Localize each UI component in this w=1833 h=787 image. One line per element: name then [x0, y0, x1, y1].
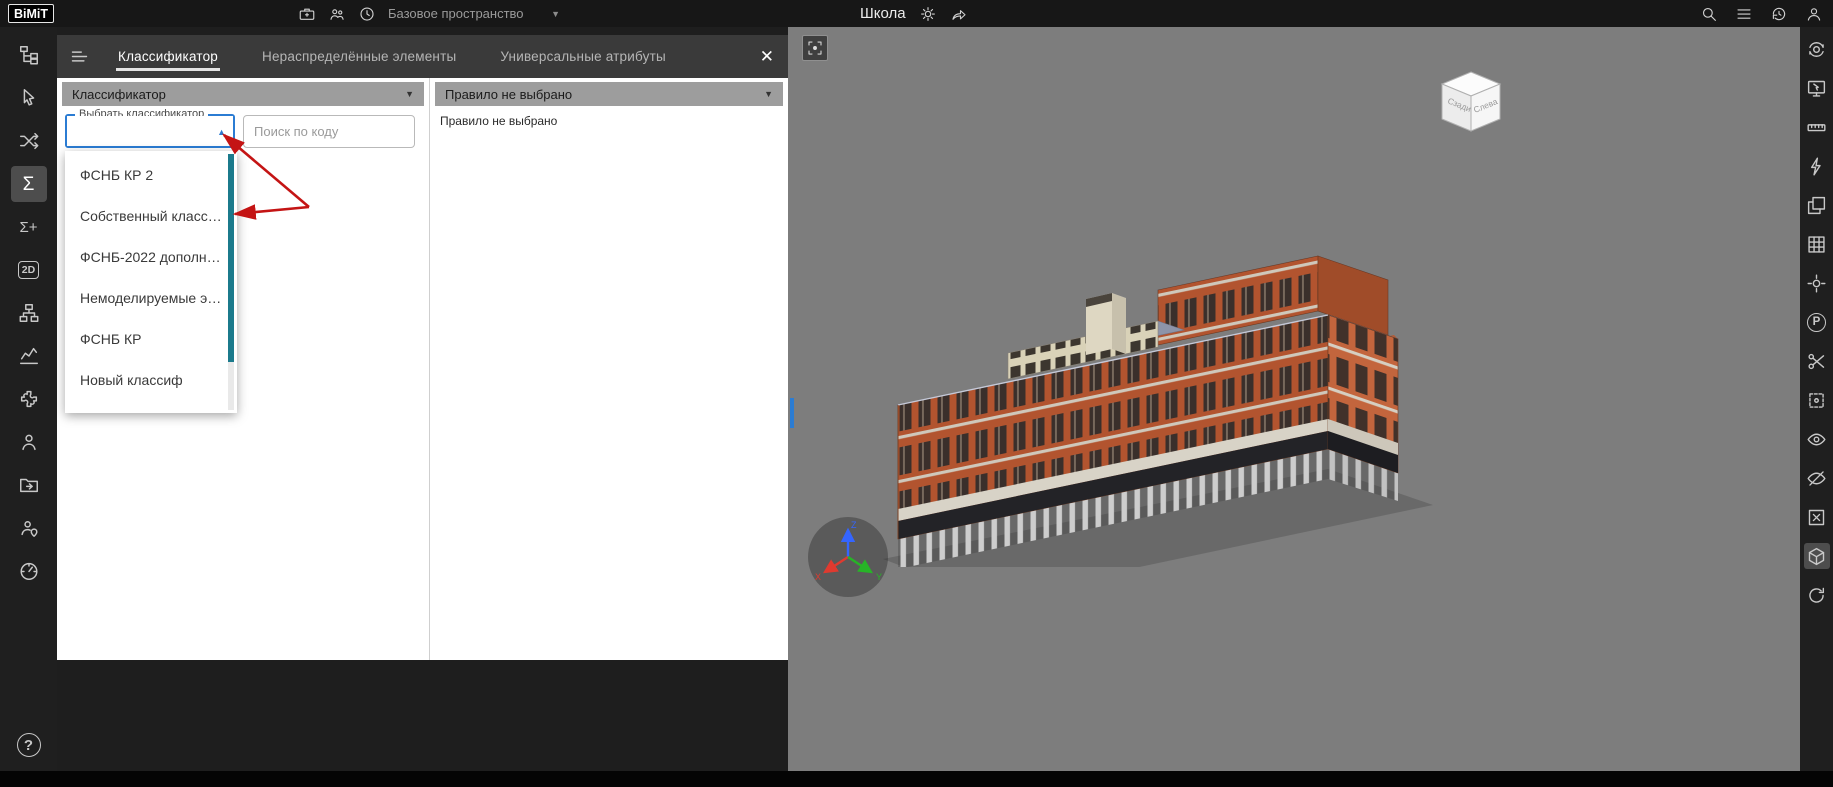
- sigma-glyph: Σ: [22, 173, 35, 195]
- workspace-selector[interactable]: Базовое пространство ▼: [388, 0, 560, 27]
- chevron-down-icon: ▼: [764, 89, 773, 99]
- panel-body: Классификатор ▼ Выбрать классификатор ▲ …: [57, 78, 788, 660]
- code-search-input[interactable]: [243, 115, 415, 148]
- tab-classifier[interactable]: Классификатор: [96, 35, 240, 78]
- section-box-icon[interactable]: [1804, 387, 1830, 413]
- help-icon[interactable]: ?: [16, 733, 41, 757]
- project-title: Школа: [860, 5, 906, 22]
- dropdown-option[interactable]: Собственный класс…: [65, 195, 237, 236]
- gizmo-x-label: X: [815, 572, 821, 582]
- rule-pane: Правило не выбрано ▼ Правило не выбрано: [430, 78, 788, 660]
- panel-menu-icon[interactable]: [69, 46, 90, 67]
- tab-unassigned-label: Нераспределённые элементы: [262, 49, 457, 64]
- chevron-down-icon: ▼: [405, 89, 414, 99]
- left-toolbar: Σ Σ+ 2D ?: [0, 27, 57, 771]
- chevron-down-icon: ▼: [551, 8, 560, 19]
- gizmo-z-label: Z: [851, 520, 857, 530]
- plugins-icon[interactable]: [11, 381, 47, 417]
- model-structure-icon[interactable]: [11, 37, 47, 73]
- classifier-select-field[interactable]: Выбрать классификатор ▲: [65, 108, 235, 148]
- graphs-icon[interactable]: [11, 338, 47, 374]
- classifier-dropdown: ФСНБ КР 2 Собственный класс… ФСНБ-2022 д…: [65, 151, 237, 413]
- search-icon[interactable]: [1700, 5, 1718, 23]
- workspace-label: Базовое пространство: [388, 6, 524, 21]
- classifier-header-select[interactable]: Классификатор ▼: [62, 82, 424, 106]
- dropdown-option[interactable]: Немоделируемые э…: [65, 277, 237, 318]
- section-cut-icon[interactable]: [1804, 348, 1830, 374]
- topbar: BiMiT Базовое пространство ▼ Школа: [0, 0, 1833, 27]
- panel-scrollbar-thumb[interactable]: [790, 398, 794, 428]
- clash-detection-icon[interactable]: [11, 123, 47, 159]
- rule-header-label: Правило не выбрано: [445, 86, 573, 102]
- tab-classifier-label: Классификатор: [118, 49, 219, 64]
- layers-icon[interactable]: [1804, 192, 1830, 218]
- chevron-up-icon: ▲: [217, 127, 226, 137]
- viewport-3d[interactable]: Сзади Слева Z X Y: [788, 27, 1800, 771]
- dropdown-option[interactable]: ФСНБ КР: [65, 318, 237, 359]
- classifier-pane: Классификатор ▼ Выбрать классификатор ▲ …: [57, 78, 430, 660]
- view-cube[interactable]: Сзади Слева: [1436, 67, 1508, 139]
- user-location-icon[interactable]: [11, 510, 47, 546]
- parking-icon[interactable]: P: [1804, 309, 1830, 335]
- project-case-icon[interactable]: [298, 5, 316, 23]
- topbar-right-tools: [1700, 0, 1823, 27]
- locate-target-icon[interactable]: [1804, 270, 1830, 296]
- clear-selection-icon[interactable]: [1804, 504, 1830, 530]
- panel-tabbar: Классификатор Нераспределённые элементы …: [57, 35, 788, 78]
- rule-header-select[interactable]: Правило не выбрано ▼: [435, 82, 783, 106]
- classifier-sigma-plus-icon[interactable]: Σ+: [11, 209, 47, 245]
- 2d-glyph: 2D: [17, 261, 40, 279]
- team-icon[interactable]: [328, 5, 346, 23]
- show-eye-icon[interactable]: [1804, 426, 1830, 452]
- help-glyph: ?: [23, 736, 34, 754]
- tab-universal-attributes[interactable]: Универсальные атрибуты: [478, 35, 688, 78]
- ruler-icon[interactable]: [1804, 114, 1830, 140]
- topbar-project-tools: [298, 0, 376, 27]
- orbit-icon[interactable]: [1804, 36, 1830, 62]
- app-logo[interactable]: BiMiT: [8, 4, 55, 23]
- close-panel-icon[interactable]: ✕: [760, 47, 774, 67]
- classifier-header-label: Классификатор: [72, 86, 166, 102]
- app-logo-text: BiMiT: [14, 6, 49, 21]
- dropdown-option[interactable]: ФСНБ-2022 дополн…: [65, 236, 237, 277]
- menu-list-icon[interactable]: [1735, 5, 1753, 23]
- classifier-sigma-icon[interactable]: Σ: [10, 166, 47, 202]
- share-icon[interactable]: [950, 5, 968, 23]
- grid-table-icon[interactable]: [1804, 231, 1830, 257]
- classifier-panel: Классификатор Нераспределённые элементы …: [57, 27, 788, 771]
- dashboard-gauge-icon[interactable]: [11, 553, 47, 589]
- classifier-select-input[interactable]: [67, 116, 233, 146]
- flash-icon[interactable]: [1804, 153, 1830, 179]
- screen-share-icon[interactable]: [1804, 75, 1830, 101]
- focus-selection-icon[interactable]: [802, 35, 828, 61]
- project-title-group: Школа: [860, 0, 968, 27]
- drawings-2d-icon[interactable]: 2D: [11, 252, 47, 288]
- dropdown-option[interactable]: Новый классиф: [65, 359, 237, 400]
- tab-universal-label: Универсальные атрибуты: [500, 49, 666, 64]
- tab-unassigned-elements[interactable]: Нераспределённые элементы: [240, 35, 478, 78]
- cube-view-icon[interactable]: [1803, 543, 1830, 569]
- rule-empty-text: Правило не выбрано: [440, 114, 558, 128]
- hide-eye-off-icon[interactable]: [1804, 465, 1830, 491]
- parking-glyph: P: [1812, 316, 1821, 328]
- shared-projects-icon[interactable]: [11, 467, 47, 503]
- dropdown-scrollbar-thumb[interactable]: [228, 154, 234, 362]
- building-model: [883, 255, 1433, 567]
- hierarchy-icon[interactable]: [11, 295, 47, 331]
- bottom-status-bar: [0, 771, 1833, 787]
- select-cursor-icon[interactable]: [11, 80, 47, 116]
- sigma-plus-glyph: Σ+: [19, 218, 38, 236]
- right-toolbar: P: [1800, 27, 1833, 771]
- users-icon[interactable]: [11, 424, 47, 460]
- sync-history-icon[interactable]: [1770, 5, 1788, 23]
- settings-gear-icon[interactable]: [919, 5, 937, 23]
- dropdown-option[interactable]: ФСНБ КР 2: [65, 154, 237, 195]
- app-root: BiMiT Базовое пространство ▼ Школа Σ Σ+ …: [0, 0, 1833, 787]
- history-clock-icon[interactable]: [358, 5, 376, 23]
- user-account-icon[interactable]: [1805, 5, 1823, 23]
- reset-view-icon[interactable]: [1804, 582, 1830, 608]
- axis-gizmo[interactable]: Z X Y: [806, 515, 890, 599]
- gizmo-y-label: Y: [876, 572, 882, 582]
